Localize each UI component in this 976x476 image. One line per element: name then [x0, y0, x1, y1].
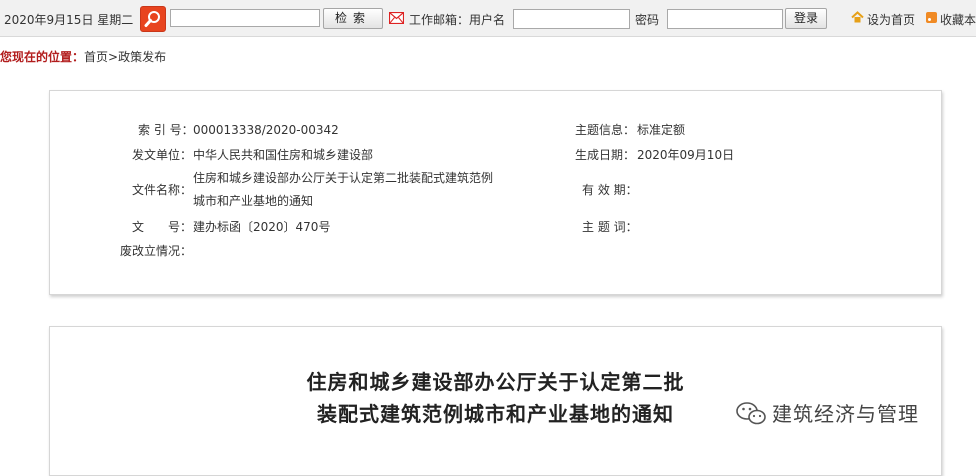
- issuer-label: 发文单位：: [132, 148, 193, 162]
- topic-label: 主题信息：: [575, 123, 636, 137]
- search-icon-button[interactable]: [140, 6, 166, 32]
- magnifier-icon: [144, 11, 160, 27]
- status-label: 废改立情况：: [120, 244, 193, 258]
- mail-username-label: 工作邮箱：用户名: [409, 13, 506, 27]
- article-title-line1: 住房和城乡建设部办公厅关于认定第二批: [306, 370, 685, 394]
- filename-label: 文件名称：: [132, 183, 193, 197]
- index-value: 000013338/2020-00342: [193, 123, 339, 137]
- wechat-icon: [736, 402, 766, 425]
- set-home-link[interactable]: 设为首页: [867, 11, 915, 28]
- docno-label: 文 号：: [132, 220, 193, 234]
- breadcrumb: 您现在的位置：首页>政策发布: [0, 48, 166, 65]
- breadcrumb-separator: >: [108, 50, 119, 64]
- breadcrumb-label: 您现在的位置：: [0, 50, 85, 64]
- watermark-text: 建筑经济与管理: [772, 402, 919, 426]
- filename-value-line2: 城市和产业基地的通知: [193, 194, 314, 208]
- rss-icon: [926, 12, 937, 23]
- username-input[interactable]: [513, 9, 630, 29]
- search-input[interactable]: [170, 9, 320, 27]
- home-icon: [851, 11, 864, 23]
- keyword-label: 主 题 词：: [582, 220, 638, 234]
- docno-value: 建办标函〔2020〕470号: [193, 220, 331, 234]
- password-label: 密码: [635, 13, 660, 27]
- login-button[interactable]: 登录: [785, 8, 827, 29]
- mail-icon: [389, 12, 404, 24]
- breadcrumb-home-link[interactable]: 首页: [84, 50, 108, 64]
- search-button[interactable]: 检索: [323, 8, 383, 29]
- issuer-value: 中华人民共和国住房和城乡建设部: [193, 148, 374, 162]
- favorite-link[interactable]: 收藏本: [940, 11, 976, 28]
- filename-value-line1: 住房和城乡建设部办公厅关于认定第二批装配式建筑范例: [193, 171, 494, 185]
- password-input[interactable]: [667, 9, 783, 29]
- index-label: 索 引 号：: [138, 123, 194, 137]
- topic-value: 标准定额: [637, 123, 686, 137]
- current-date: 2020年9月15日 星期二: [4, 13, 134, 27]
- breadcrumb-current-link[interactable]: 政策发布: [118, 50, 166, 64]
- valid-label: 有 效 期：: [582, 183, 638, 197]
- date-value: 2020年09月10日: [637, 148, 735, 162]
- date-label: 生成日期：: [575, 148, 636, 162]
- top-bar: 2020年9月15日 星期二 检索 工作邮箱：用户名 密码 登录 设为首页 收藏…: [0, 0, 976, 37]
